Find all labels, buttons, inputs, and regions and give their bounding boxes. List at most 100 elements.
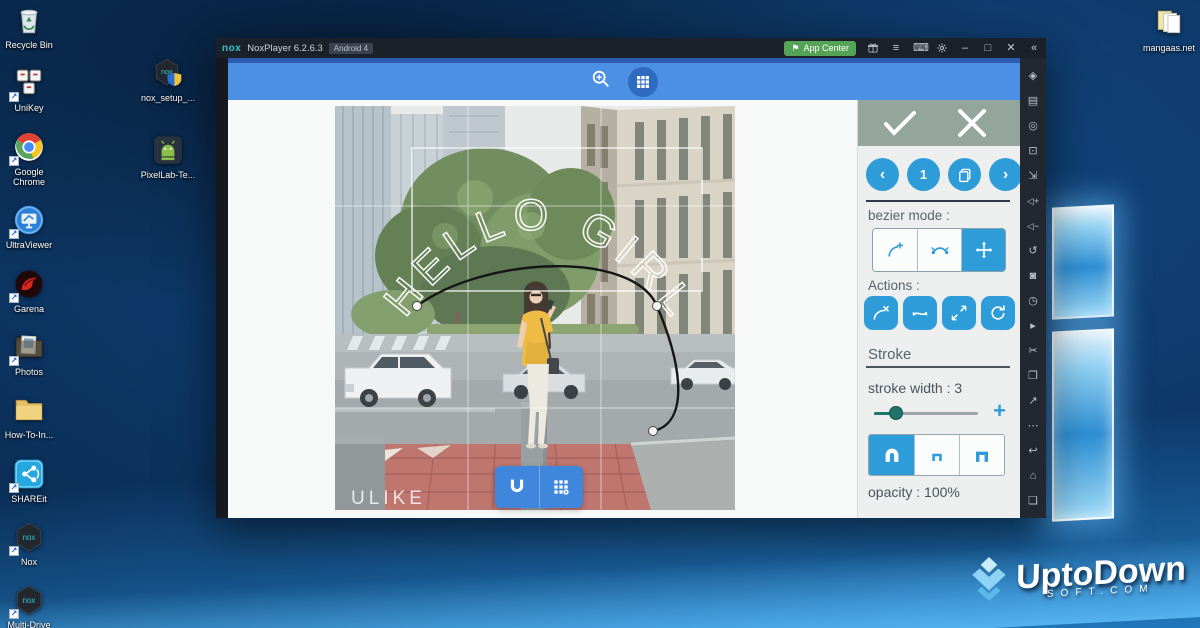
chrome-icon: ↗ (12, 130, 46, 164)
garena-icon: ↗ (12, 267, 46, 301)
stroke-cap-segmented (868, 434, 1005, 476)
desktop-icon-google-chrome[interactable]: ↗ Google Chrome (0, 130, 58, 188)
shortcut-arrow-icon: ↗ (9, 92, 19, 102)
keyboard-mapping-icon[interactable]: ▤ (1020, 89, 1046, 114)
close-button[interactable]: ✕ (1005, 43, 1017, 54)
shake-icon[interactable]: ↺ (1020, 239, 1046, 264)
app-center-label: App Center (803, 43, 849, 53)
nox-multidrive-icon: nox ↗ (12, 583, 46, 617)
virtual-location-icon[interactable]: ◎ (1020, 114, 1046, 139)
desktop-icon-label: How-To-In... (5, 430, 54, 440)
android-home-icon[interactable]: ⌂ (1020, 464, 1046, 489)
photo-under-edit[interactable]: HELLO GIRL (335, 106, 735, 510)
resize-window-icon[interactable]: ↗ (1020, 389, 1046, 414)
desktop-icon-recycle-bin[interactable]: Recycle Bin (0, 3, 58, 50)
camera-icon[interactable]: ◙ (1020, 264, 1046, 289)
desktop-icon-label: Garena (14, 304, 44, 314)
desktop-icon-column-left: Recycle Bin ↗ UniKey ↗ Google Chrome ↗ U… (0, 3, 58, 628)
desktop-icon-mangaas[interactable]: mangaas.net (1138, 6, 1200, 53)
desktop-icon-photos[interactable]: ↗ Photos (0, 330, 58, 377)
increase-width-button[interactable]: + (993, 398, 1006, 424)
svg-text:nox: nox (23, 597, 36, 606)
window-left-strip (216, 58, 228, 518)
maximize-button[interactable]: □ (982, 43, 994, 54)
files-stack-icon (1152, 6, 1186, 40)
desktop-icon-ultraviewer[interactable]: ↗ UltraViewer (0, 203, 58, 250)
android-recents-icon[interactable]: ❏ (1020, 489, 1046, 514)
recycle-bin-icon (12, 3, 46, 37)
desktop-icon-column-right: mangaas.net (1138, 6, 1200, 53)
android-back-icon[interactable]: ↩ (1020, 439, 1046, 464)
screen-record-icon[interactable]: ▸ (1020, 314, 1046, 339)
editor-canvas[interactable]: HELLO GIRL (228, 100, 857, 518)
prev-point-button[interactable]: ‹ (866, 158, 899, 191)
bezier-edit-panel: ‹ 1 › bezier mode : (857, 100, 1020, 518)
bezier-control-point[interactable] (653, 302, 662, 311)
scale-button[interactable] (942, 296, 976, 330)
cut-icon[interactable]: ✂ (1020, 339, 1046, 364)
flag-icon: ⚑ (791, 43, 799, 54)
minimize-button[interactable]: – (959, 43, 971, 54)
more-options-icon[interactable]: ⋯ (1020, 414, 1046, 439)
ultraviewer-icon: ↗ (12, 203, 46, 237)
square-cap-button[interactable] (959, 435, 1004, 475)
desktop-icon-shareit[interactable]: ↗ SHAREit (0, 457, 58, 504)
opacity-label: opacity : 100% (868, 484, 960, 500)
volume-down-icon[interactable]: ◁− (1020, 214, 1046, 239)
add-point-mode-button[interactable] (873, 229, 917, 271)
clock-icon[interactable]: ◷ (1020, 289, 1046, 314)
vip-gem-icon[interactable]: ◈ (1020, 64, 1046, 89)
shareit-icon: ↗ (12, 457, 46, 491)
duplicate-button[interactable] (948, 158, 981, 191)
screenshot-icon[interactable]: ⊡ (1020, 139, 1046, 164)
magnet-snap-button[interactable] (495, 466, 539, 508)
panel-divider (866, 200, 1010, 202)
noxplayer-titlebar[interactable]: nox NoxPlayer 6.2.6.3 Android 4 ⚑ App Ce… (216, 38, 1046, 58)
stroke-width-slider-knob[interactable] (889, 406, 903, 420)
shortcut-arrow-icon: ↗ (9, 356, 19, 366)
settings-gear-icon[interactable] (936, 42, 948, 54)
multi-instance-icon[interactable]: ❐ (1020, 364, 1046, 389)
shortcut-arrow-icon: ↗ (9, 156, 19, 166)
delete-point-button[interactable] (864, 296, 898, 330)
folder-icon (12, 393, 46, 427)
bezier-control-point[interactable] (649, 427, 658, 436)
desktop-icon-unikey[interactable]: ↗ UniKey (0, 66, 58, 113)
gift-icon[interactable] (867, 42, 879, 54)
confirm-check-icon[interactable] (866, 100, 936, 146)
shortcut-arrow-icon: ↗ (9, 546, 19, 556)
keyboard-icon[interactable]: ⌨ (913, 43, 925, 54)
move-mode-button[interactable] (961, 229, 1005, 271)
desktop-icon-nox[interactable]: nox ↗ Nox (0, 520, 58, 567)
volume-up-icon[interactable]: ◁+ (1020, 189, 1046, 214)
desktop-icon-multidrive[interactable]: nox ↗ Multi-Drive (0, 583, 58, 628)
next-point-button[interactable]: › (989, 158, 1022, 191)
app-top-toolbar (228, 63, 1020, 100)
rotate-button[interactable] (981, 296, 1015, 330)
fullscreen-icon[interactable]: ⇲ (1020, 164, 1046, 189)
point-number-badge[interactable]: 1 (907, 158, 940, 191)
desktop-icon-nox-setup[interactable]: nox nox_setup_... (136, 56, 200, 103)
window-title: NoxPlayer 6.2.6.3 (247, 43, 323, 54)
desktop-icon-label: SHAREit (11, 494, 47, 504)
zoom-in-icon[interactable] (590, 68, 612, 95)
menu-icon[interactable]: ≡ (890, 43, 902, 54)
desktop-icon-label: Google Chrome (0, 167, 58, 188)
handles-mode-button[interactable] (917, 229, 961, 271)
bezier-control-point[interactable] (413, 302, 422, 311)
photos-folder-icon: ↗ (12, 330, 46, 364)
app-center-button[interactable]: ⚑ App Center (784, 41, 856, 56)
butt-cap-button[interactable] (914, 435, 959, 475)
uptodown-watermark: UptoDown SOFT.COM (968, 556, 1186, 602)
cancel-x-icon[interactable] (942, 100, 1002, 146)
bezier-mode-segmented (872, 228, 1006, 272)
grid-view-button[interactable] (628, 67, 658, 97)
round-cap-button[interactable] (869, 435, 914, 475)
svg-text:nox: nox (23, 533, 36, 542)
desktop-icon-garena[interactable]: ↗ Garena (0, 267, 58, 314)
flip-curve-button[interactable] (903, 296, 937, 330)
collapse-sidebar-icon[interactable]: « (1028, 43, 1040, 54)
desktop-icon-pixellab-apk[interactable]: PixelLab-Te... (136, 133, 200, 180)
grid-settings-button[interactable] (539, 466, 584, 508)
desktop-icon-howto-folder[interactable]: How-To-In... (0, 393, 58, 440)
